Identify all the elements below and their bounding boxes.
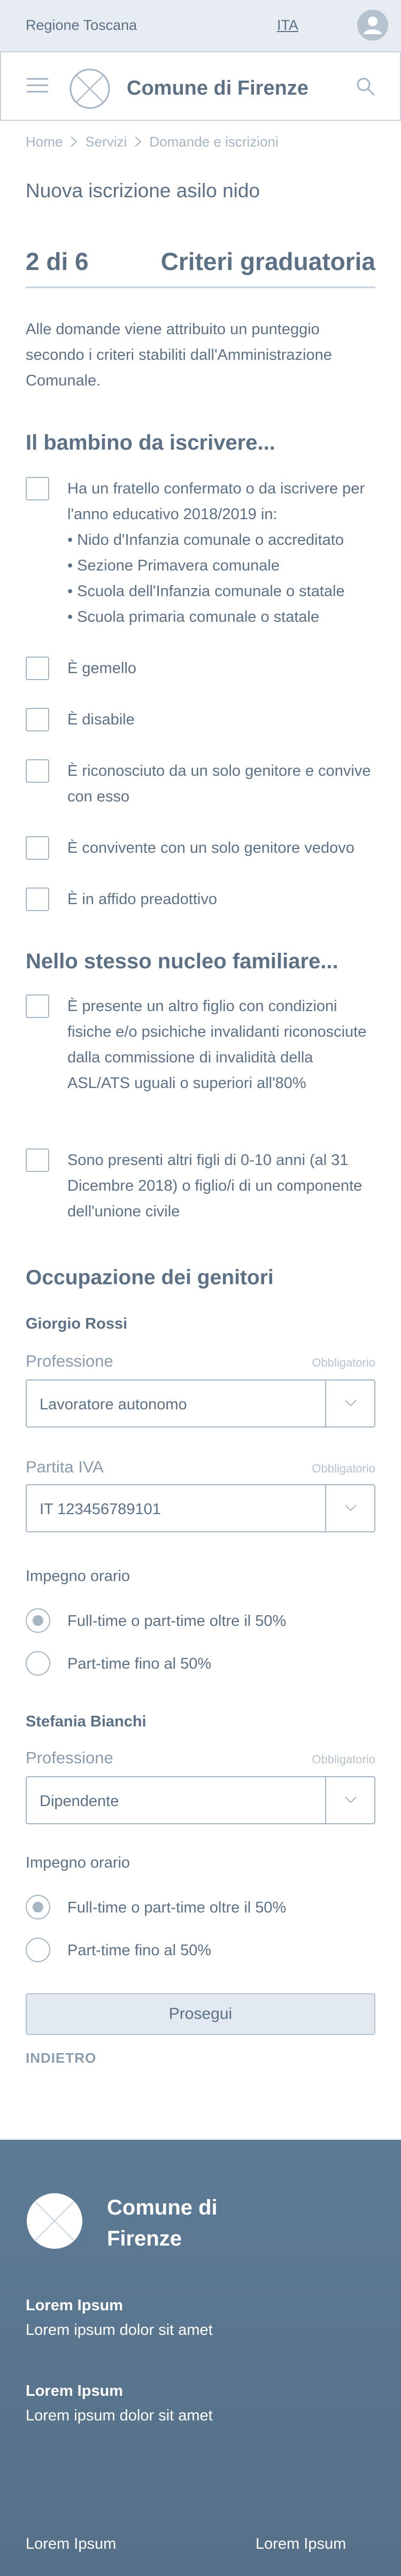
field-value: IT 123456789101 xyxy=(40,1501,161,1518)
list-item: Scuola primaria comunale o statale xyxy=(67,604,379,630)
parent2-radio-fulltime[interactable]: Full-time o part-time oltre il 50% xyxy=(26,1895,379,1921)
checkbox-widowed-parent[interactable]: È convivente con un solo genitore vedovo xyxy=(26,835,379,861)
checkbox-other-children[interactable]: Sono presenti altri figli di 0-10 anni (… xyxy=(26,1147,379,1224)
checkbox-sibling[interactable]: Ha un fratello confermato o da iscrivere… xyxy=(26,476,379,631)
breadcrumb-servizi[interactable]: Servizi xyxy=(85,134,127,150)
checkbox-disabled[interactable]: È disabile xyxy=(26,707,379,732)
checkbox-label: Ha un fratello confermato o da iscrivere… xyxy=(67,476,379,630)
site-footer: Comune di Firenze Lorem Ipsum Lorem ipsu… xyxy=(0,2140,401,2576)
parent2-radio-parttime[interactable]: Part-time fino al 50% xyxy=(26,1938,379,1963)
parent1-vat-field[interactable]: IT 123456789101 xyxy=(26,1484,375,1532)
checkbox-label: Sono presenti altri figli di 0-10 anni (… xyxy=(67,1152,363,1220)
checkbox-label-text: Ha un fratello confermato o da iscrivere… xyxy=(67,480,365,523)
section-title-child: Il bambino da iscrivere... xyxy=(26,431,275,454)
select-value: Lavoratore autonomo xyxy=(40,1396,187,1413)
checkbox[interactable] xyxy=(26,759,49,783)
list-item: Nido d'Infanzia comunale o accreditato xyxy=(67,527,379,553)
parent1-radio-parttime[interactable]: Part-time fino al 50% xyxy=(26,1651,379,1677)
section-title-family: Nello stesso nucleo familiare... xyxy=(26,950,338,973)
checkbox-label: È disabile xyxy=(67,711,135,728)
footer-heading: Lorem Ipsum xyxy=(26,2382,124,2400)
checkbox[interactable] xyxy=(26,994,49,1018)
intro-text: Alle domande viene attribuito un puntegg… xyxy=(26,321,332,389)
next-button[interactable]: Prosegui xyxy=(26,1993,375,2035)
radio-button[interactable] xyxy=(26,1651,50,1676)
checkbox[interactable] xyxy=(26,1148,49,1172)
select-divider xyxy=(325,1777,326,1823)
bullet-list: Nido d'Infanzia comunale o accreditato S… xyxy=(67,527,379,630)
site-title[interactable]: Comune di Firenze xyxy=(127,77,309,100)
checkbox-twin[interactable]: È gemello xyxy=(26,655,379,681)
select-value: Dipendente xyxy=(40,1793,119,1810)
step-divider xyxy=(26,287,375,288)
radio-button-selected[interactable] xyxy=(26,1895,50,1919)
hamburger-menu-icon[interactable] xyxy=(27,77,48,94)
checkbox[interactable] xyxy=(26,836,49,860)
required-hint: Obbligatorio xyxy=(312,1462,375,1475)
list-item: Sezione Primavera comunale xyxy=(67,553,379,579)
checkbox-label: È presente un altro figlio con condizion… xyxy=(67,998,367,1092)
region-link[interactable]: Regione Toscana xyxy=(26,17,137,34)
breadcrumb-home[interactable]: Home xyxy=(26,134,63,150)
checkbox[interactable] xyxy=(26,708,49,731)
radio-label: Full-time o part-time oltre il 50% xyxy=(67,1899,287,1916)
profession-label: Professione xyxy=(26,1748,113,1767)
radio-button[interactable] xyxy=(26,1938,50,1962)
step-name: Criteri graduatoria xyxy=(160,248,375,275)
chevron-down-icon[interactable] xyxy=(344,1503,357,1512)
footer-link[interactable]: Lorem Ipsum xyxy=(256,2535,346,2553)
checkbox-label: È riconosciuto da un solo genitore e con… xyxy=(67,762,371,805)
required-hint: Obbligatorio xyxy=(312,1753,375,1766)
parent2-name: Stefania Bianchi xyxy=(26,1713,146,1730)
breadcrumb: Home Servizi Domande e iscrizioni xyxy=(26,134,279,150)
top-bar: Regione Toscana ITA xyxy=(0,0,401,51)
city-logo-icon[interactable] xyxy=(26,2192,83,2250)
chevron-right-icon xyxy=(71,136,78,147)
parent1-radio-fulltime[interactable]: Full-time o part-time oltre il 50% xyxy=(26,1608,379,1634)
search-icon[interactable] xyxy=(355,76,376,97)
footer-text: Lorem ipsum dolor sit amet xyxy=(26,2407,213,2424)
footer-link[interactable]: Lorem Ipsum xyxy=(26,2535,116,2553)
checkbox[interactable] xyxy=(26,657,49,680)
checkbox-foster[interactable]: È in affido preadottivo xyxy=(26,886,379,912)
step-counter: 2 di 6 xyxy=(26,248,89,275)
footer-heading: Lorem Ipsum xyxy=(26,2297,124,2314)
checkbox-label: È in affido preadottivo xyxy=(67,891,217,908)
chevron-down-icon[interactable] xyxy=(344,1795,357,1804)
language-selector[interactable]: ITA xyxy=(277,17,298,34)
hours-label: Impegno orario xyxy=(26,1854,130,1871)
city-logo-icon[interactable] xyxy=(70,68,110,109)
footer-text: Lorem ipsum dolor sit amet xyxy=(26,2322,213,2339)
checkbox-single-parent[interactable]: È riconosciuto da un solo genitore e con… xyxy=(26,758,379,809)
parent2-profession-select[interactable]: Dipendente xyxy=(26,1776,375,1824)
select-divider xyxy=(325,1485,326,1531)
checkbox-label: È convivente con un solo genitore vedovo xyxy=(67,839,354,857)
profession-label: Professione xyxy=(26,1352,113,1370)
list-item: Scuola dell'Infanzia comunale o statale xyxy=(67,579,379,604)
radio-label: Full-time o part-time oltre il 50% xyxy=(67,1613,287,1630)
parent1-profession-select[interactable]: Lavoratore autonomo xyxy=(26,1379,375,1428)
checkbox-disabled-sibling[interactable]: È presente un altro figlio con condizion… xyxy=(26,993,379,1122)
site-header: Comune di Firenze xyxy=(0,51,401,121)
checkbox-label: È gemello xyxy=(67,660,136,677)
required-hint: Obbligatorio xyxy=(312,1356,375,1369)
parent1-name: Giorgio Rossi xyxy=(26,1315,128,1332)
section-title-parents: Occupazione dei genitori xyxy=(26,1266,274,1289)
breadcrumb-current[interactable]: Domande e iscrizioni xyxy=(149,134,278,150)
radio-label: Part-time fino al 50% xyxy=(67,1655,212,1672)
user-icon[interactable] xyxy=(357,10,388,41)
checkbox[interactable] xyxy=(26,888,49,911)
checkbox[interactable] xyxy=(26,477,49,500)
footer-title[interactable]: Comune di Firenze xyxy=(107,2192,267,2254)
select-divider xyxy=(325,1380,326,1426)
radio-button-selected[interactable] xyxy=(26,1608,50,1633)
chevron-down-icon[interactable] xyxy=(344,1399,357,1407)
vat-label: Partita IVA xyxy=(26,1457,104,1476)
hours-label: Impegno orario xyxy=(26,1568,130,1585)
radio-label: Part-time fino al 50% xyxy=(67,1942,212,1959)
chevron-right-icon xyxy=(135,136,142,147)
back-button[interactable]: INDIETRO xyxy=(26,2050,96,2066)
page-title: Nuova iscrizione asilo nido xyxy=(26,180,260,202)
